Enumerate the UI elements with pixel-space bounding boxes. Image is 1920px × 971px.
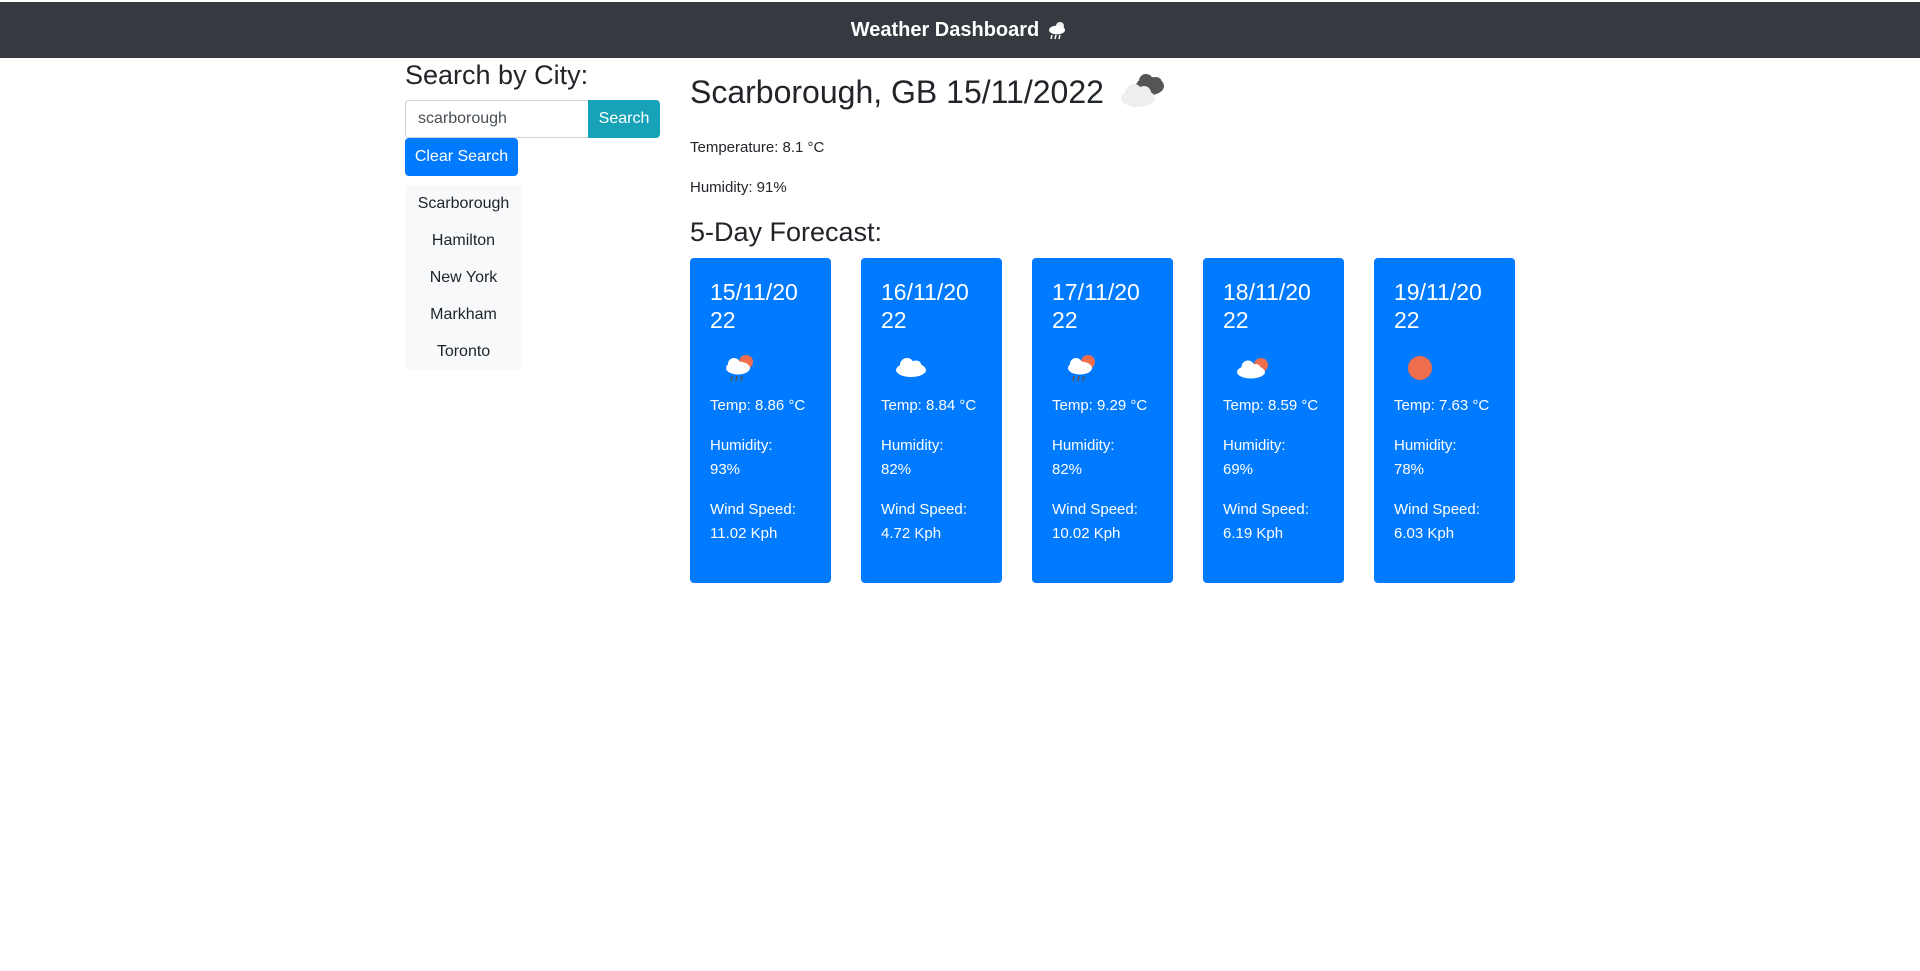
forecast-temp: Temp: 8.86 °C: [710, 397, 806, 414]
wind-label: Wind Speed:: [710, 501, 796, 518]
forecast-temp: Temp: 9.29 °C: [1052, 397, 1148, 414]
forecast-date: 15/11/2022: [710, 279, 798, 333]
app-title: Weather Dashboard: [851, 18, 1070, 42]
forecast-wind: Wind Speed: 6.03 Kph: [1394, 498, 1495, 546]
history-item-scarborough[interactable]: Scarborough: [405, 185, 522, 222]
forecast-humidity: Humidity: 82%: [1052, 434, 1153, 482]
search-bar: Search: [405, 100, 660, 138]
humidity-value: 78%: [1394, 461, 1425, 478]
forecast-date: 16/11/2022: [881, 279, 969, 333]
forecast-card: 18/11/2022 Temp: 8.59 °C Humidity: 69% Wi…: [1203, 258, 1344, 583]
forecast-temp: Temp: 7.63 °C: [1394, 397, 1490, 414]
forecast-date: 18/11/2022: [1223, 279, 1311, 333]
cloud-sun-icon: [1237, 358, 1268, 379]
forecast-humidity: Humidity: 78%: [1394, 434, 1495, 482]
forecast-card: 19/11/2022 Temp: 7.63 °C Humidity: 78% Wi…: [1374, 258, 1515, 583]
humidity-label: Humidity:: [1394, 437, 1457, 454]
forecast-wind: Wind Speed: 11.02 Kph: [710, 498, 811, 546]
app-title-text: Weather Dashboard: [850, 18, 1040, 41]
search-heading: Search by City:: [405, 60, 589, 90]
rain-sun-icon: [1068, 355, 1095, 382]
wind-label: Wind Speed:: [1394, 501, 1480, 518]
forecast-wind: Wind Speed: 10.02 Kph: [1052, 498, 1153, 546]
forecast-temp: Temp: 8.59 °C: [1223, 397, 1319, 414]
search-history-list: Scarborough Hamilton New York Markham To…: [405, 185, 522, 370]
current-humidity: Humidity: 91%: [690, 179, 787, 196]
forecast-wind: Wind Speed: 6.19 Kph: [1223, 498, 1324, 546]
current-city-title: Scarborough, GB 15/11/2022: [690, 73, 1104, 110]
city-search-input[interactable]: [405, 100, 588, 138]
clear-search-button[interactable]: Clear Search: [405, 138, 518, 176]
history-item-markham[interactable]: Markham: [405, 296, 522, 333]
history-item-new-york[interactable]: New York: [405, 259, 522, 296]
humidity-label: Humidity:: [710, 437, 773, 454]
forecast-temp: Temp: 8.84 °C: [881, 397, 977, 414]
wind-value: 11.02 Kph: [710, 525, 778, 542]
wind-value: 10.02 Kph: [1052, 525, 1121, 542]
forecast-humidity: Humidity: 93%: [710, 434, 811, 482]
forecast-card: 15/11/2022 Temp: 8.86 °C Humidity: 93% Wi…: [690, 258, 831, 583]
wind-value: 6.03 Kph: [1394, 525, 1455, 542]
sun-icon: [1408, 356, 1432, 380]
humidity-value: 93%: [710, 461, 741, 478]
wind-label: Wind Speed:: [881, 501, 967, 518]
cloud-icon: [896, 358, 926, 377]
current-city-heading: Scarborough, GB 15/11/2022: [690, 70, 1172, 114]
wind-value: 4.72 Kph: [881, 525, 942, 542]
forecast-wind: Wind Speed: 4.72 Kph: [881, 498, 982, 546]
forecast-humidity: Humidity: 82%: [881, 434, 982, 482]
forecast-heading: 5-Day Forecast:: [690, 217, 883, 247]
forecast-card: 17/11/2022 Temp: 9.29 °C Humidity: 82% Wi…: [1032, 258, 1173, 583]
rain-sun-icon: [726, 355, 753, 382]
forecast-humidity: Humidity: 69%: [1223, 434, 1324, 482]
forecast-date: 17/11/2022: [1052, 279, 1140, 333]
cloud-sun-rain-icon: [1049, 22, 1066, 40]
humidity-value: 82%: [881, 461, 912, 478]
humidity-value: 69%: [1223, 461, 1254, 478]
wind-label: Wind Speed:: [1052, 501, 1138, 518]
forecast-card: 16/11/2022 Temp: 8.84 °C Humidity: 82% Wi…: [861, 258, 1002, 583]
wind-label: Wind Speed:: [1223, 501, 1309, 518]
navbar: Weather Dashboard: [0, 0, 1920, 58]
wind-value: 6.19 Kph: [1223, 525, 1284, 542]
broken-clouds-icon: [1120, 74, 1164, 107]
history-item-hamilton[interactable]: Hamilton: [405, 222, 522, 259]
humidity-label: Humidity:: [1052, 437, 1115, 454]
history-item-toronto[interactable]: Toronto: [405, 333, 522, 370]
current-temperature: Temperature: 8.1 °C: [690, 139, 825, 156]
humidity-label: Humidity:: [1223, 437, 1286, 454]
humidity-label: Humidity:: [881, 437, 944, 454]
forecast-date: 19/11/2022: [1394, 279, 1482, 333]
humidity-value: 82%: [1052, 461, 1083, 478]
search-button[interactable]: Search: [588, 100, 660, 138]
